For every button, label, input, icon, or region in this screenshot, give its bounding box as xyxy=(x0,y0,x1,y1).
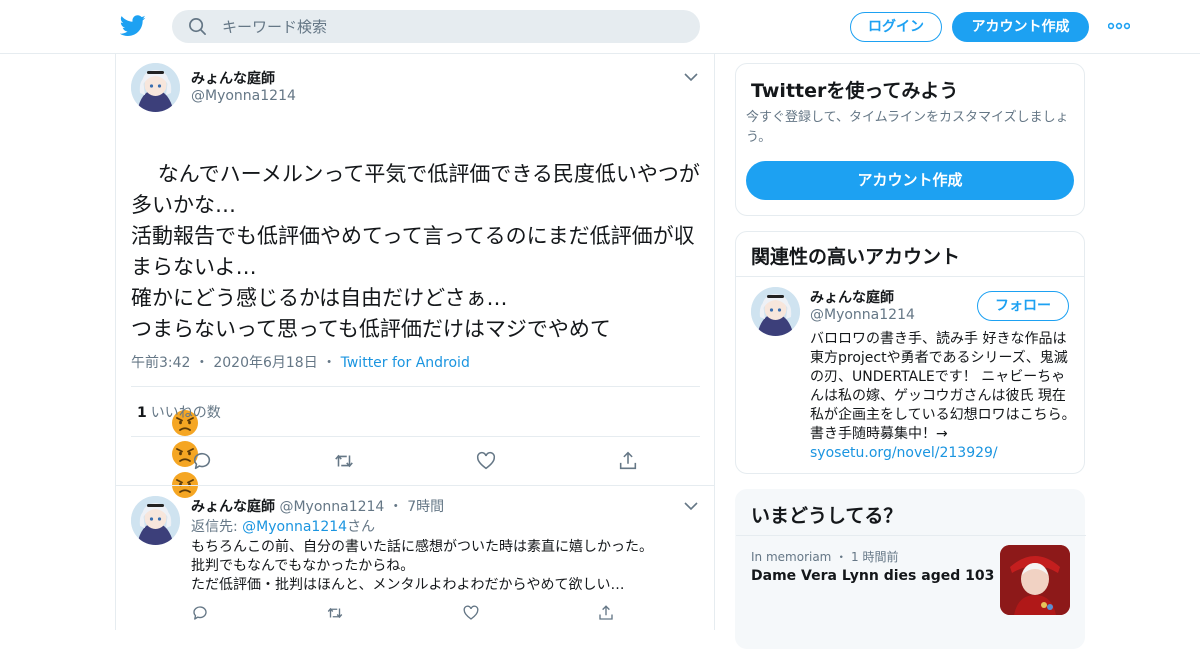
reply-age[interactable]: 7時間 xyxy=(407,499,444,515)
trend-photo xyxy=(1000,545,1070,615)
twitter-bird-icon[interactable] xyxy=(120,14,146,38)
meta-separator: ・ xyxy=(322,355,337,371)
signup-promo-card: Twitterを使ってみよう 今すぐ登録して、タイムラインをカスタマイズしましょ… xyxy=(735,63,1085,216)
trend-headline[interactable]: Dame Vera Lynn dies aged 103 xyxy=(751,568,994,584)
divider xyxy=(131,386,700,387)
related-accounts-card: 関連性の高いアカウント みょんな庭師 @Myonna1214 フォロー バロロワ… xyxy=(735,231,1085,474)
retweet-icon[interactable] xyxy=(326,604,344,622)
divider xyxy=(131,436,700,437)
trend-age: 1 時間前 xyxy=(851,550,899,564)
follow-button[interactable]: フォロー xyxy=(977,291,1069,321)
reply-to-handle-link[interactable]: @Myonna1214 xyxy=(242,519,347,535)
reply-icon[interactable] xyxy=(191,604,209,622)
promo-signup-button[interactable]: アカウント作成 xyxy=(746,161,1074,200)
promo-title: Twitterを使ってみよう xyxy=(751,80,959,102)
avatar-image xyxy=(131,63,180,112)
avatar-image xyxy=(751,287,800,336)
search-bar[interactable] xyxy=(172,10,700,43)
reply-to-line: 返信先: @Myonna1214さん xyxy=(191,516,375,536)
search-icon xyxy=(189,18,206,35)
trend-meta: In memoriam ・ 1 時間前 xyxy=(751,548,899,565)
tweet-source-link[interactable]: Twitter for Android xyxy=(341,355,470,371)
top-navigation-bar: ログイン アカウント作成 xyxy=(0,0,1200,54)
chevron-down-icon[interactable] xyxy=(684,72,698,82)
author-name[interactable]: みょんな庭師 xyxy=(191,499,275,515)
like-count-label: いいねの数 xyxy=(150,405,221,421)
reply-header: みょんな庭師 @Myonna1214 ・ 7時間 xyxy=(191,496,444,516)
author-handle[interactable]: @Myonna1214 xyxy=(279,499,384,515)
like-icon[interactable] xyxy=(462,604,480,622)
chevron-down-icon[interactable] xyxy=(684,501,698,511)
meta-separator: ・ xyxy=(388,499,403,515)
avatar[interactable] xyxy=(131,496,180,545)
avatar[interactable] xyxy=(131,63,180,112)
related-name[interactable]: みょんな庭師 xyxy=(810,287,894,307)
related-handle[interactable]: @Myonna1214 xyxy=(810,307,915,323)
reply-icon[interactable] xyxy=(191,450,213,472)
signup-button[interactable]: アカウント作成 xyxy=(952,12,1089,42)
like-count-row[interactable]: 1 いいねの数 xyxy=(137,402,221,422)
bio-link[interactable]: syosetu.org/novel/213929/ xyxy=(810,445,998,461)
reply-to-prefix: 返信先: xyxy=(191,519,238,535)
reply-text: もちろんこの前、自分の書いた話に感想がついた時は素直に嬉しかった。 批判でもなん… xyxy=(191,539,653,593)
trend-thumbnail[interactable] xyxy=(1000,545,1070,615)
like-count: 1 xyxy=(137,405,147,421)
share-icon[interactable] xyxy=(617,450,639,472)
author-handle[interactable]: @Myonna1214 xyxy=(191,88,296,104)
promo-description: 今すぐ登録して、タイムラインをカスタマイズしましょう。 xyxy=(746,110,1069,145)
divider xyxy=(736,276,1084,277)
bio-text: バロロワの書き手、読み手 好きな作品は東方projectや勇者であるシリーズ、鬼… xyxy=(810,331,1076,442)
related-bio: バロロワの書き手、読み手 好きな作品は東方projectや勇者であるシリーズ、鬼… xyxy=(810,330,1076,463)
divider xyxy=(116,485,714,486)
divider xyxy=(736,535,1086,536)
meta-separator: ・ xyxy=(835,550,848,564)
tweet-column: みょんな庭師 @Myonna1214 なんでハーメルンって平気で低評価できる民度… xyxy=(115,54,715,630)
tweet-date[interactable]: 2020年6月18日 xyxy=(213,355,317,371)
like-icon[interactable] xyxy=(475,450,497,472)
more-dots-icon[interactable] xyxy=(1108,21,1130,31)
avatar[interactable] xyxy=(751,287,800,336)
meta-separator: ・ xyxy=(194,355,209,371)
retweet-icon[interactable] xyxy=(333,450,355,472)
trends-card: いまどうしてる？ In memoriam ・ 1 時間前 Dame Vera L… xyxy=(735,489,1086,649)
login-button[interactable]: ログイン xyxy=(850,12,942,42)
share-icon[interactable] xyxy=(597,604,615,622)
related-title: 関連性の高いアカウント xyxy=(751,246,961,268)
trends-title: いまどうしてる？ xyxy=(751,505,903,527)
search-input[interactable] xyxy=(222,10,682,43)
tweet-time[interactable]: 午前3:42 xyxy=(131,355,190,371)
avatar-image xyxy=(131,496,180,545)
tweet-body: なんでハーメルンって平気で低評価できる民度低いやつが多いかな… 活動報告でも低評… xyxy=(131,162,700,341)
trend-category: In memoriam xyxy=(751,550,832,564)
reply-to-suffix: さん xyxy=(347,519,376,535)
author-name[interactable]: みょんな庭師 xyxy=(191,68,275,88)
tweet-meta: 午前3:42 ・ 2020年6月18日 ・ Twitter for Androi… xyxy=(131,352,470,372)
